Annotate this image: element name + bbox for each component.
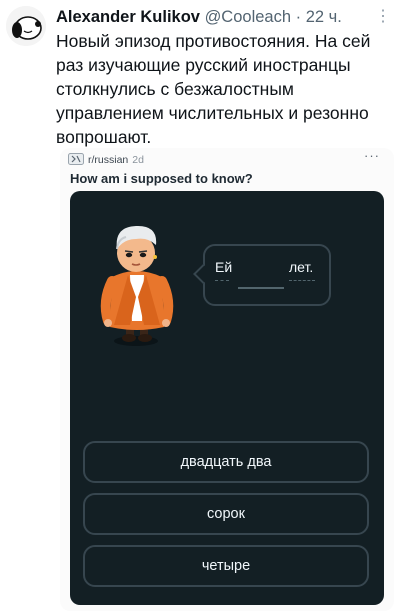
more-options-icon[interactable]: ⋮ xyxy=(375,6,392,28)
tweet-time[interactable]: 22 ч. xyxy=(306,8,342,26)
answer-blank xyxy=(238,287,284,289)
character-illustration xyxy=(100,225,174,346)
author-handle[interactable]: @Cooleach xyxy=(205,8,291,26)
word-underline xyxy=(215,280,229,281)
author-name[interactable]: Alexander Kulikov xyxy=(56,8,200,26)
subreddit-icon xyxy=(68,153,84,165)
separator: · xyxy=(295,8,302,26)
subreddit-name[interactable]: r/russian xyxy=(88,154,128,166)
post-age: 2d xyxy=(132,154,144,166)
tweet-text: Новый эпизод противостояния. На сей раз … xyxy=(56,31,371,147)
sentence-word-end[interactable]: лет. xyxy=(289,259,313,275)
tweet-header: Alexander Kulikov @Cooleach · 22 ч. ⋮ xyxy=(56,6,392,28)
snoopy-avatar-icon xyxy=(6,6,46,46)
answer-option-2[interactable]: сорок xyxy=(83,493,369,535)
speech-bubble xyxy=(203,244,331,306)
author-avatar[interactable] xyxy=(6,6,46,46)
answer-option-3[interactable]: четыре xyxy=(83,545,369,587)
exercise-panel: Ей лет. двадцать два сорок четыре xyxy=(70,191,384,605)
answer-option-1[interactable]: двадцать два xyxy=(83,441,369,483)
post-more-icon[interactable]: ··· xyxy=(364,148,380,163)
post-meta: r/russian 2d xyxy=(68,153,144,167)
post-title[interactable]: How am i supposed to know? xyxy=(70,171,253,186)
sentence-word-start[interactable]: Ей xyxy=(215,259,232,275)
word-underline xyxy=(289,280,315,281)
